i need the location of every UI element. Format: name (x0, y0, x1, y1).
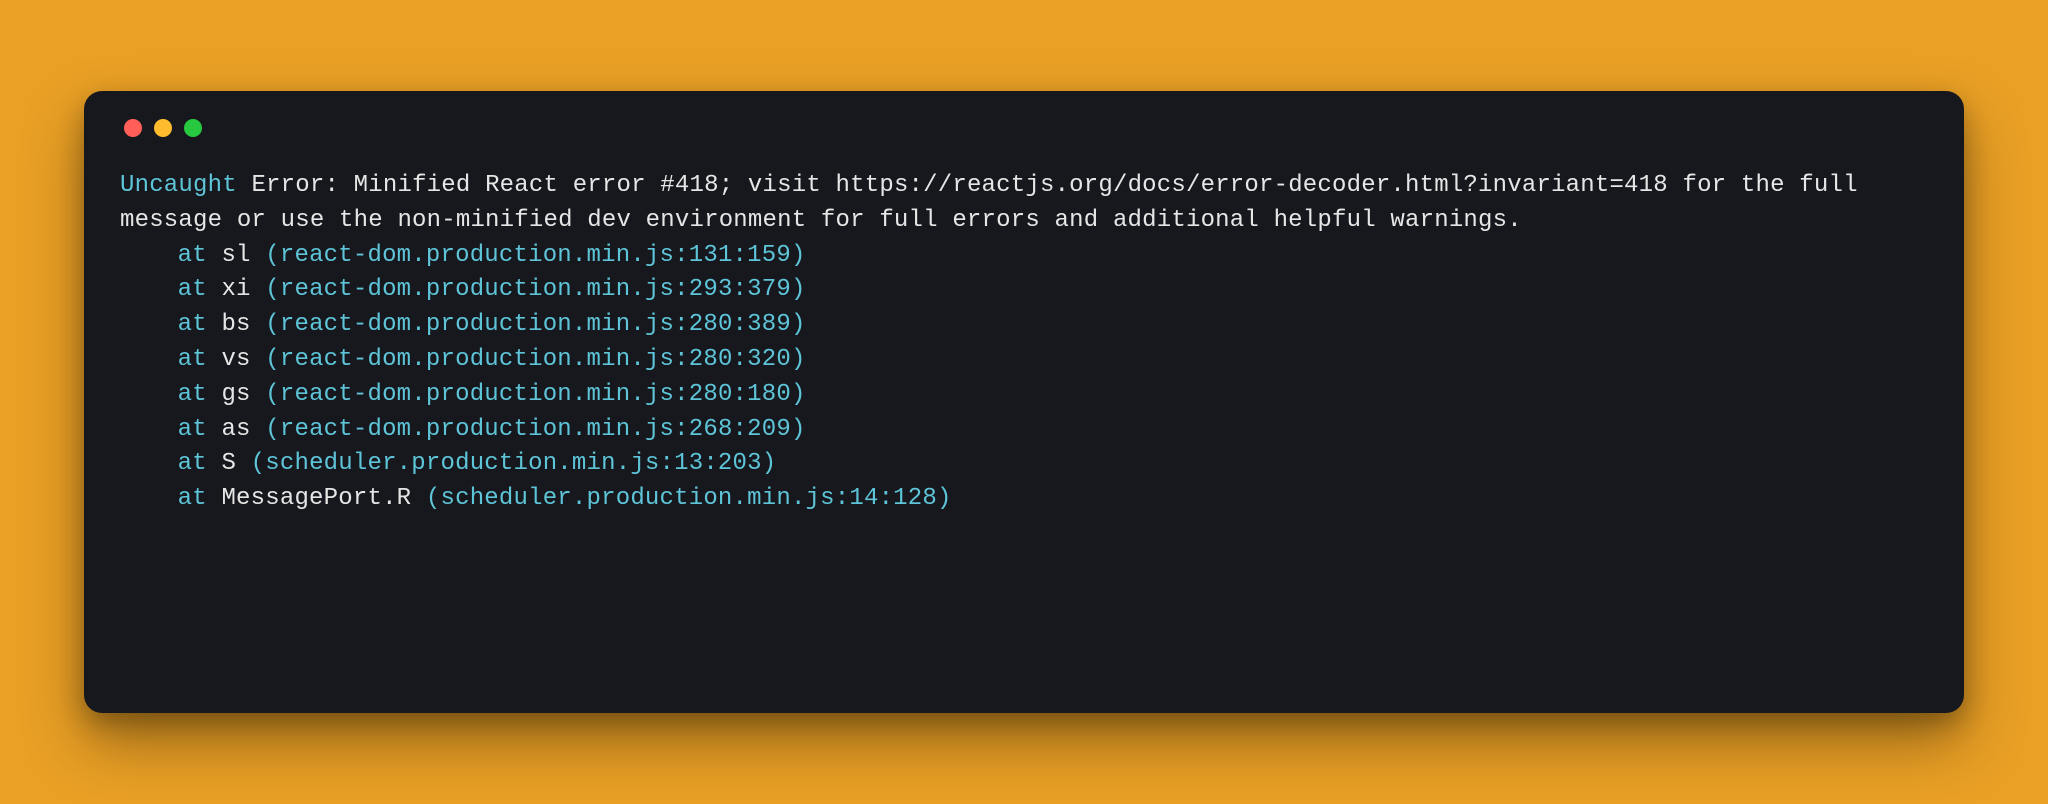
stack-function: bs (221, 311, 250, 338)
stack-location: (react-dom.production.min.js:131:159) (265, 242, 805, 269)
stack-function: xi (221, 276, 250, 303)
close-icon[interactable] (124, 119, 142, 137)
stack-location: (scheduler.production.min.js:13:203) (251, 450, 777, 477)
stack-frame: at vs (react-dom.production.min.js:280:3… (120, 343, 1928, 378)
stack-function: S (221, 450, 236, 477)
error-message: Error: Minified React error #418; visit … (120, 172, 1872, 234)
at-keyword: at (178, 346, 207, 373)
at-keyword: at (178, 381, 207, 408)
stack-frame: at sl (react-dom.production.min.js:131:1… (120, 239, 1928, 274)
console-output: Uncaught Error: Minified React error #41… (120, 169, 1928, 517)
stack-location: (react-dom.production.min.js:268:209) (265, 416, 805, 443)
stack-frame: at S (scheduler.production.min.js:13:203… (120, 447, 1928, 482)
stack-location: (react-dom.production.min.js:280:320) (265, 346, 805, 373)
at-keyword: at (178, 450, 207, 477)
stack-frame: at xi (react-dom.production.min.js:293:3… (120, 273, 1928, 308)
stack-location: (react-dom.production.min.js:280:180) (265, 381, 805, 408)
at-keyword: at (178, 311, 207, 338)
stack-function: gs (221, 381, 250, 408)
stack-location: (react-dom.production.min.js:280:389) (265, 311, 805, 338)
stack-frame: at as (react-dom.production.min.js:268:2… (120, 413, 1928, 448)
at-keyword: at (178, 416, 207, 443)
minimize-icon[interactable] (154, 119, 172, 137)
terminal-window: Uncaught Error: Minified React error #41… (84, 91, 1964, 713)
stack-function: sl (221, 242, 250, 269)
stack-frame: at bs (react-dom.production.min.js:280:3… (120, 308, 1928, 343)
stack-frame: at MessagePort.R (scheduler.production.m… (120, 482, 1928, 517)
stack-location: (react-dom.production.min.js:293:379) (265, 276, 805, 303)
at-keyword: at (178, 242, 207, 269)
maximize-icon[interactable] (184, 119, 202, 137)
at-keyword: at (178, 276, 207, 303)
stack-location: (scheduler.production.min.js:14:128) (426, 485, 952, 512)
stack-frame: at gs (react-dom.production.min.js:280:1… (120, 378, 1928, 413)
window-traffic-lights (124, 119, 1928, 137)
stack-function: MessagePort.R (221, 485, 411, 512)
page-background: Uncaught Error: Minified React error #41… (0, 0, 2048, 804)
stack-trace: at sl (react-dom.production.min.js:131:1… (120, 239, 1928, 517)
uncaught-label: Uncaught (120, 172, 237, 199)
stack-function: vs (221, 346, 250, 373)
at-keyword: at (178, 485, 207, 512)
stack-function: as (221, 416, 250, 443)
